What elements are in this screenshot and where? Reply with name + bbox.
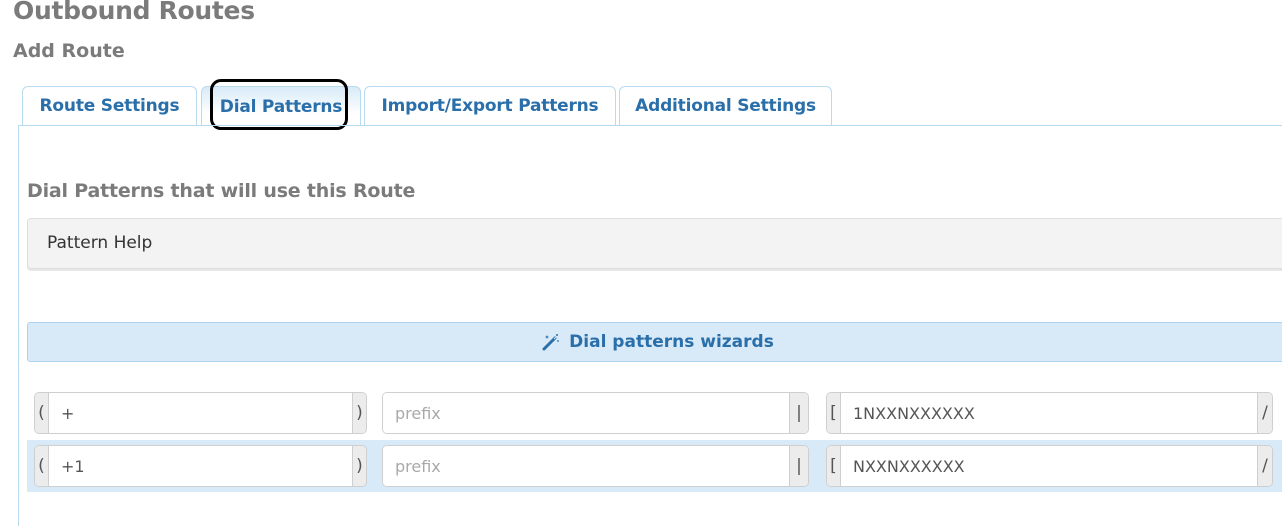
magic-wand-icon (542, 334, 560, 351)
prepend-close-addon: ) (352, 446, 366, 486)
match-open-addon: [ (827, 393, 841, 433)
prepend-close-addon: ) (352, 393, 366, 433)
prefix-input[interactable] (383, 393, 789, 433)
tab-dial-patterns[interactable]: Dial Patterns (201, 86, 361, 126)
prepend-input-group: ( ) (34, 392, 367, 434)
prefix-input-group: | (382, 392, 809, 434)
prepend-open-addon: ( (35, 446, 49, 486)
tab-label: Route Settings (39, 96, 180, 116)
match-close-addon: / (1257, 446, 1272, 486)
pattern-help-panel[interactable]: Pattern Help (27, 218, 1282, 269)
prefix-input[interactable] (383, 446, 789, 486)
wizard-label: Dial patterns wizards (569, 332, 774, 352)
tab-label: Additional Settings (635, 96, 816, 116)
match-open-addon: [ (827, 446, 841, 486)
dial-pattern-row: ( ) | [ / (27, 387, 1282, 439)
prepend-input-group: ( ) (34, 445, 367, 487)
pattern-help-label: Pattern Help (47, 233, 153, 253)
tab-route-settings[interactable]: Route Settings (22, 86, 197, 125)
prepend-input[interactable] (49, 393, 352, 433)
prefix-input-group: | (382, 445, 809, 487)
tab-label: Dial Patterns (219, 96, 343, 117)
prepend-open-addon: ( (35, 393, 49, 433)
dial-pattern-row: ( ) | [ / (27, 440, 1282, 492)
match-pattern-input[interactable] (841, 393, 1257, 433)
match-close-addon: / (1257, 393, 1272, 433)
match-pattern-input[interactable] (841, 446, 1257, 486)
page-title: Outbound Routes (13, 0, 255, 25)
prefix-close-addon: | (789, 393, 808, 433)
dial-patterns-wizard-button[interactable]: Dial patterns wizards (27, 322, 1282, 362)
page-subtitle: Add Route (13, 40, 125, 62)
tab-additional-settings[interactable]: Additional Settings (619, 86, 832, 125)
match-pattern-input-group: [ / (826, 445, 1273, 487)
section-title: Dial Patterns that will use this Route (27, 180, 416, 202)
tab-import-export-patterns[interactable]: Import/Export Patterns (364, 86, 616, 125)
tab-label: Import/Export Patterns (381, 96, 599, 116)
prefix-close-addon: | (789, 446, 808, 486)
prepend-input[interactable] (49, 446, 352, 486)
match-pattern-input-group: [ / (826, 392, 1273, 434)
